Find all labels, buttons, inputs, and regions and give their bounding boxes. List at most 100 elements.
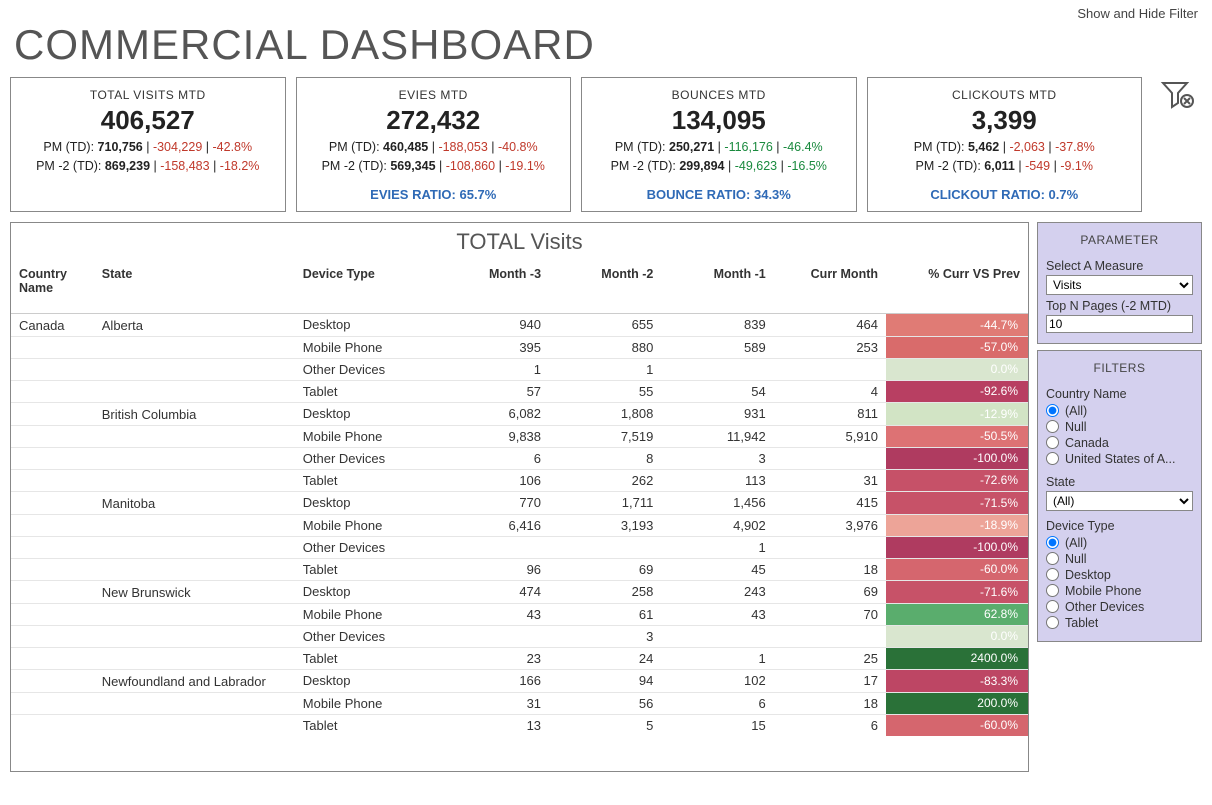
device-filter-option[interactable]: Null xyxy=(1046,551,1193,567)
col-header[interactable]: Month -3 xyxy=(437,261,549,314)
device-type: Mobile Phone xyxy=(295,425,437,447)
curr-month: 415 xyxy=(774,491,886,514)
device-type: Tablet xyxy=(295,469,437,491)
state xyxy=(94,714,295,736)
kpi-value: 134,095 xyxy=(590,104,848,138)
col-header[interactable]: State xyxy=(94,261,295,314)
radio-label: Other Devices xyxy=(1065,600,1144,614)
month-1: 1,456 xyxy=(661,491,773,514)
radio-input[interactable] xyxy=(1046,600,1059,613)
device-filter-option[interactable]: Desktop xyxy=(1046,567,1193,583)
kpi-ratio: BOUNCE RATIO: 34.3% xyxy=(590,185,848,205)
month-1: 3 xyxy=(661,447,773,469)
kpi-label: BOUNCES MTD xyxy=(590,86,848,104)
pct-change: 62.8% xyxy=(886,603,1028,625)
month-1: 43 xyxy=(661,603,773,625)
device-filter-option[interactable]: Other Devices xyxy=(1046,599,1193,615)
table-row: Mobile Phone6,4163,1934,9023,976-18.9% xyxy=(11,514,1028,536)
col-header[interactable]: Curr Month xyxy=(774,261,886,314)
device-type: Mobile Phone xyxy=(295,603,437,625)
month-2: 3 xyxy=(549,625,661,647)
month-2: 262 xyxy=(549,469,661,491)
country xyxy=(11,692,94,714)
table-row: ManitobaDesktop7701,7111,456415-71.5% xyxy=(11,491,1028,514)
col-header[interactable]: Month -2 xyxy=(549,261,661,314)
kpi-value: 406,527 xyxy=(19,104,277,138)
state xyxy=(94,380,295,402)
curr-month: 3,976 xyxy=(774,514,886,536)
device-filter-option[interactable]: Mobile Phone xyxy=(1046,583,1193,599)
radio-label: Canada xyxy=(1065,436,1109,450)
country-filter-option[interactable]: United States of A... xyxy=(1046,451,1193,467)
curr-month: 253 xyxy=(774,336,886,358)
pct-change: -71.5% xyxy=(886,491,1028,514)
pct-change: -60.0% xyxy=(886,558,1028,580)
pct-change: -60.0% xyxy=(886,714,1028,736)
month-2: 94 xyxy=(549,669,661,692)
radio-input[interactable] xyxy=(1046,584,1059,597)
topn-input[interactable] xyxy=(1046,315,1193,333)
device-type: Desktop xyxy=(295,402,437,425)
state xyxy=(94,469,295,491)
radio-input[interactable] xyxy=(1046,420,1059,433)
month-2: 880 xyxy=(549,336,661,358)
device-filter-option[interactable]: Tablet xyxy=(1046,615,1193,631)
curr-month xyxy=(774,447,886,469)
table-scroll[interactable]: Country NameStateDevice TypeMonth -3Mont… xyxy=(11,261,1028,771)
month-3: 13 xyxy=(437,714,549,736)
show-hide-filter-link[interactable]: Show and Hide Filter xyxy=(0,0,1212,21)
kpi-card: BOUNCES MTD 134,095 PM (TD): 250,271 | -… xyxy=(581,77,857,212)
month-1: 1 xyxy=(661,536,773,558)
state: New Brunswick xyxy=(94,580,295,603)
month-3: 770 xyxy=(437,491,549,514)
radio-label: (All) xyxy=(1065,404,1087,418)
radio-input[interactable] xyxy=(1046,452,1059,465)
country-filter-option[interactable]: Null xyxy=(1046,419,1193,435)
state xyxy=(94,603,295,625)
month-1: 589 xyxy=(661,336,773,358)
col-header[interactable]: % Curr VS Prev xyxy=(886,261,1028,314)
state xyxy=(94,336,295,358)
curr-month xyxy=(774,536,886,558)
radio-input[interactable] xyxy=(1046,404,1059,417)
device-type: Other Devices xyxy=(295,625,437,647)
month-3: 23 xyxy=(437,647,549,669)
kpi-label: TOTAL VISITS MTD xyxy=(19,86,277,104)
measure-label: Select A Measure xyxy=(1046,259,1193,273)
device-filter-option[interactable]: (All) xyxy=(1046,535,1193,551)
month-1: 243 xyxy=(661,580,773,603)
country-filter-option[interactable]: Canada xyxy=(1046,435,1193,451)
kpi-card: EVIES MTD 272,432 PM (TD): 460,485 | -18… xyxy=(296,77,572,212)
pct-change: -50.5% xyxy=(886,425,1028,447)
country: Canada xyxy=(11,313,94,336)
filter-toggle-icon[interactable] xyxy=(1152,77,1202,113)
radio-input[interactable] xyxy=(1046,536,1059,549)
curr-month: 4 xyxy=(774,380,886,402)
col-header[interactable]: Device Type xyxy=(295,261,437,314)
state xyxy=(94,358,295,380)
state xyxy=(94,647,295,669)
state-select[interactable]: (All) xyxy=(1046,491,1193,511)
table-title: TOTAL Visits xyxy=(11,223,1028,261)
state: Manitoba xyxy=(94,491,295,514)
radio-input[interactable] xyxy=(1046,568,1059,581)
measure-select[interactable]: Visits xyxy=(1046,275,1193,295)
kpi-row: TOTAL VISITS MTD 406,527 PM (TD): 710,75… xyxy=(0,77,1212,212)
month-2: 1,711 xyxy=(549,491,661,514)
col-header[interactable]: Month -1 xyxy=(661,261,773,314)
month-2: 61 xyxy=(549,603,661,625)
table-row: Mobile Phone9,8387,51911,9425,910-50.5% xyxy=(11,425,1028,447)
device-filter-label: Device Type xyxy=(1046,519,1193,533)
country xyxy=(11,358,94,380)
curr-month: 25 xyxy=(774,647,886,669)
month-3: 166 xyxy=(437,669,549,692)
curr-month xyxy=(774,358,886,380)
month-3 xyxy=(437,536,549,558)
country-filter-option[interactable]: (All) xyxy=(1046,403,1193,419)
radio-input[interactable] xyxy=(1046,552,1059,565)
radio-input[interactable] xyxy=(1046,436,1059,449)
month-1: 11,942 xyxy=(661,425,773,447)
col-header[interactable]: Country Name xyxy=(11,261,94,314)
pct-change: -12.9% xyxy=(886,402,1028,425)
radio-input[interactable] xyxy=(1046,616,1059,629)
